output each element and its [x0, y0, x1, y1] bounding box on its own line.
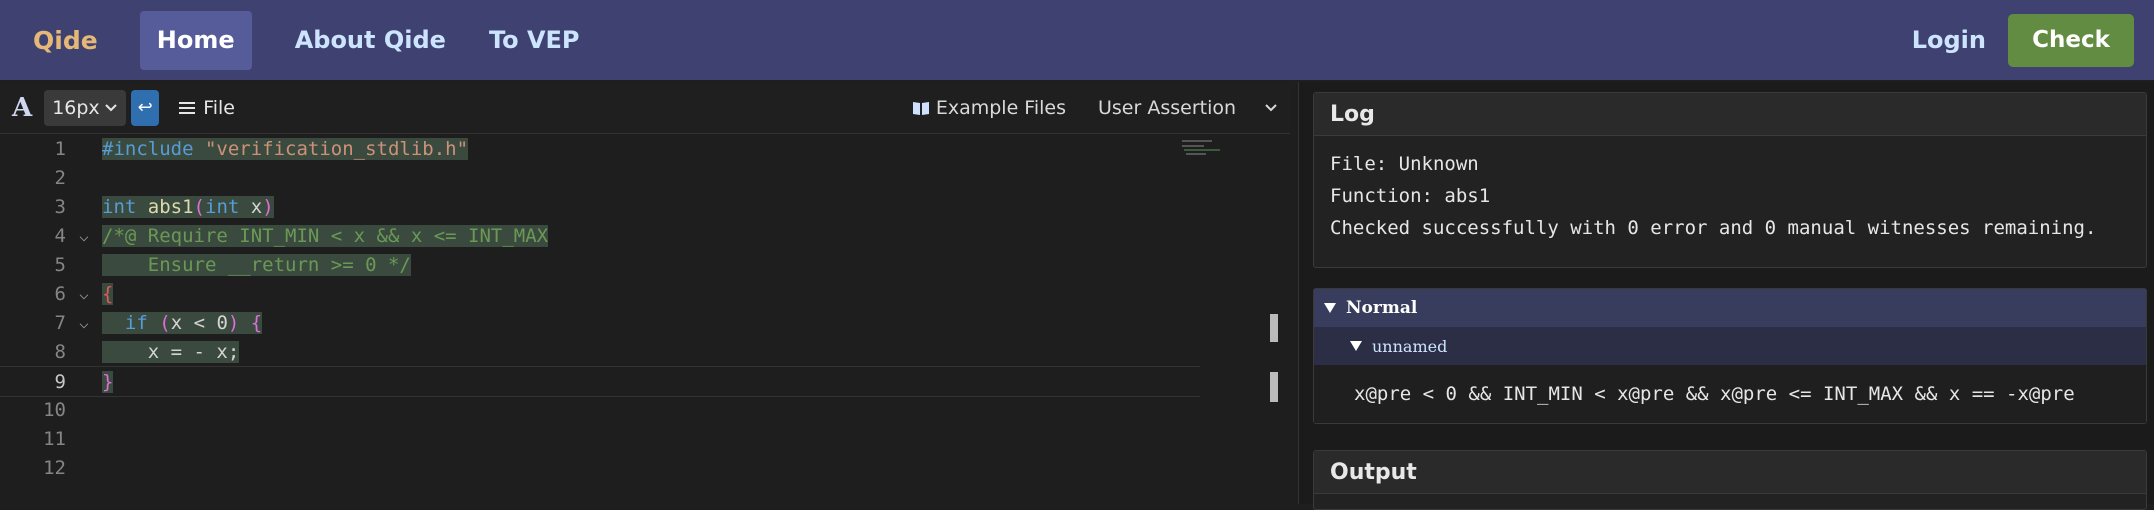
- line-number: 8: [54, 340, 66, 363]
- wrap-icon: ↩: [137, 97, 153, 118]
- line-number: 7: [54, 311, 66, 334]
- code-line: 1 #include "verification_stdlib.h": [0, 134, 1200, 163]
- log-function: Function: abs1: [1330, 185, 1491, 207]
- code-token: int: [102, 195, 137, 218]
- user-assertion-label: User Assertion: [1098, 96, 1237, 119]
- fold-chevron-icon[interactable]: ⌵: [66, 226, 102, 245]
- file-menu-button[interactable]: File: [179, 97, 235, 119]
- brand-logo[interactable]: Qide: [33, 26, 98, 55]
- log-file: File: Unknown: [1330, 153, 1479, 175]
- normal-toggle[interactable]: Normal: [1314, 289, 2146, 327]
- code-token: abs1: [147, 195, 194, 218]
- witness-panel: Normal unnamed x@pre < 0 && INT_MIN < x@…: [1313, 288, 2147, 424]
- nav-about[interactable]: About Qide: [295, 26, 446, 54]
- chevron-down-icon: [1265, 103, 1277, 111]
- login-link[interactable]: Login: [1912, 26, 1986, 54]
- unnamed-toggle[interactable]: unnamed: [1314, 327, 2146, 365]
- scrollbar-marker: [1270, 314, 1278, 342]
- triangle-down-icon: [1350, 341, 1362, 351]
- code-token: "verification_stdlib.h": [204, 137, 469, 160]
- word-wrap-button[interactable]: ↩: [131, 89, 160, 126]
- code-line: 7 ⌵ if (x < 0) {: [0, 308, 1200, 337]
- book-icon: [912, 101, 929, 115]
- code-line: 12: [0, 453, 1200, 482]
- code-line-current: 9 }: [0, 366, 1200, 397]
- code-line: 6 ⌵ {: [0, 279, 1200, 308]
- code-text: /*@ Require INT_MIN < x && x <= INT_MAX: [102, 224, 549, 247]
- code-line: 2: [0, 163, 1200, 192]
- code-token: x: [250, 195, 263, 218]
- font-icon: A: [12, 92, 33, 123]
- code-line: 5 Ensure __return >= 0 */: [0, 250, 1200, 279]
- scrollbar-marker: [1270, 372, 1278, 402]
- line-number: 5: [54, 253, 66, 276]
- line-number: 11: [43, 427, 66, 450]
- output-title: Output: [1314, 451, 2146, 494]
- code-text: int abs1(int x): [102, 195, 274, 218]
- example-files-label: Example Files: [935, 96, 1066, 119]
- menu-icon: [179, 101, 196, 114]
- line-number: 9: [54, 370, 66, 393]
- code-text: {: [102, 282, 114, 305]
- witness-expression: x@pre < 0 && INT_MIN < x@pre && x@pre <=…: [1314, 365, 2146, 423]
- code-token: x < 0: [170, 311, 228, 334]
- line-number: 10: [43, 398, 66, 421]
- check-button[interactable]: Check: [2008, 13, 2134, 67]
- log-body: File: Unknown Function: abs1 Checked suc…: [1314, 136, 2146, 256]
- results-panel: Log File: Unknown Function: abs1 Checked…: [1298, 82, 2154, 510]
- code-text: #include "verification_stdlib.h": [102, 137, 469, 160]
- log-result: Checked successfully with 0 error and 0 …: [1330, 217, 2097, 239]
- code-token: {: [250, 311, 263, 334]
- nav-vep[interactable]: To VEP: [489, 26, 580, 54]
- line-number: 1: [54, 137, 66, 160]
- font-size-value: 16px: [52, 96, 100, 119]
- line-number: 3: [54, 195, 66, 218]
- code-editor[interactable]: 1 #include "verification_stdlib.h" 2 3 i…: [0, 134, 1290, 504]
- file-menu-label: File: [203, 96, 235, 119]
- line-number: 12: [43, 456, 66, 479]
- log-title: Log: [1314, 93, 2146, 136]
- chevron-down-icon: [105, 103, 117, 111]
- code-line: 4 ⌵ /*@ Require INT_MIN < x && x <= INT_…: [0, 221, 1200, 250]
- code-line: 8 x = - x;: [0, 337, 1200, 366]
- nav-home[interactable]: Home: [139, 10, 252, 70]
- line-number: 6: [54, 282, 66, 305]
- code-line: 11: [0, 424, 1200, 453]
- code-line: 3 int abs1(int x): [0, 192, 1200, 221]
- code-text: }: [102, 370, 114, 393]
- fold-chevron-icon[interactable]: ⌵: [66, 284, 102, 303]
- line-number: 4: [54, 224, 66, 247]
- normal-label: Normal: [1346, 298, 1418, 318]
- code-token: int: [205, 195, 240, 218]
- user-assertion-select[interactable]: User Assertion: [1098, 97, 1278, 119]
- code-text: if (x < 0) {: [102, 311, 263, 334]
- log-panel: Log File: Unknown Function: abs1 Checked…: [1313, 92, 2147, 268]
- output-panel: Output: [1313, 450, 2147, 510]
- line-number: 2: [54, 166, 66, 189]
- top-navbar: Qide Home About Qide To VEP Login Check: [0, 0, 2154, 80]
- font-size-select[interactable]: 16px: [44, 89, 127, 126]
- code-token: #include: [102, 137, 194, 160]
- fold-chevron-icon[interactable]: ⌵: [66, 313, 102, 332]
- unnamed-label: unnamed: [1372, 336, 1448, 356]
- code-text: Ensure __return >= 0 */: [102, 253, 411, 276]
- triangle-down-icon: [1324, 303, 1336, 313]
- code-token: if: [124, 311, 148, 334]
- example-files-button[interactable]: Example Files: [912, 97, 1066, 119]
- code-line: 10: [0, 395, 1200, 424]
- editor-toolbar: A 16px ↩ File Example Files User Asserti…: [0, 82, 1290, 134]
- code-text: x = - x;: [102, 340, 240, 363]
